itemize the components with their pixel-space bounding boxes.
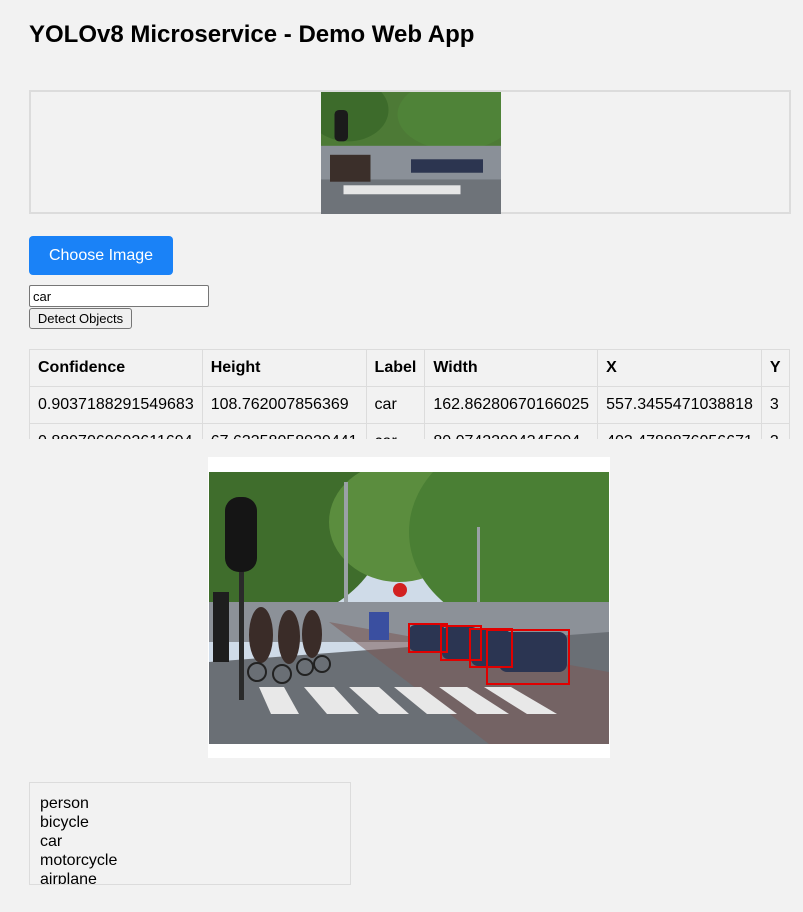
class-list-item: airplane bbox=[40, 871, 97, 885]
preview-image bbox=[321, 92, 501, 214]
cell-height: 108.762007856369 bbox=[201, 386, 367, 424]
results-table: Confidence Height Label Width X Y 0.9037… bbox=[29, 349, 790, 439]
choose-image-button[interactable]: Choose Image bbox=[29, 236, 173, 275]
class-list-item: motorcycle bbox=[40, 852, 118, 869]
cell-confidence: 0.9037188291549683 bbox=[29, 386, 203, 424]
detection-result-canvas bbox=[208, 457, 610, 758]
detect-objects-button[interactable]: Detect Objects bbox=[29, 308, 132, 329]
cell-width: 80.07422904345094 bbox=[424, 423, 599, 439]
column-header-y: Y bbox=[760, 349, 790, 387]
cell-y: 3 bbox=[760, 423, 790, 439]
cell-x: 403.4788876056671 bbox=[597, 423, 762, 439]
page-title: YOLOv8 Microservice - Demo Web App bbox=[29, 21, 475, 48]
detection-result-image bbox=[209, 472, 609, 744]
cell-label: car bbox=[365, 386, 426, 424]
column-header-height: Height bbox=[201, 349, 367, 387]
column-header-label: Label bbox=[365, 349, 426, 387]
cell-y: 3 bbox=[760, 386, 790, 424]
table-row: 0.9037188291549683 108.762007856369 car … bbox=[29, 386, 790, 424]
table-row: 0.8897060692611694 67.63358058929441 car… bbox=[29, 423, 790, 439]
column-header-confidence: Confidence bbox=[29, 349, 203, 387]
class-list-item: car bbox=[40, 833, 63, 850]
image-preview-container bbox=[29, 90, 791, 214]
column-header-width: Width bbox=[424, 349, 599, 387]
cell-x: 557.3455471038818 bbox=[597, 386, 762, 424]
cell-confidence: 0.8897060692611694 bbox=[29, 423, 203, 439]
cell-height: 67.63358058929441 bbox=[201, 423, 367, 439]
table-header-row: Confidence Height Label Width X Y bbox=[29, 349, 790, 387]
class-list-item: bicycle bbox=[40, 814, 89, 831]
class-filter-input[interactable] bbox=[29, 285, 209, 307]
class-list-item: person bbox=[40, 795, 89, 812]
results-table-container[interactable]: Confidence Height Label Width X Y 0.9037… bbox=[29, 349, 803, 439]
cell-label: car bbox=[365, 423, 426, 439]
column-header-x: X bbox=[597, 349, 762, 387]
class-list[interactable]: person bicycle car motorcycle airplane bbox=[29, 782, 351, 885]
cell-width: 162.86280670166025 bbox=[424, 386, 599, 424]
